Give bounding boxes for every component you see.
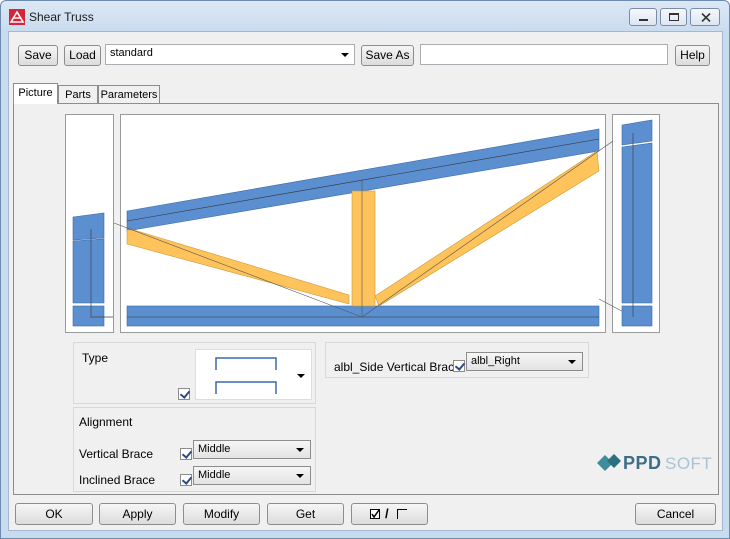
get-button[interactable]: Get [267, 503, 344, 525]
inclined-brace-checkbox[interactable] [180, 474, 192, 486]
dialog-window: Shear Truss Save Load standard Save As H… [0, 0, 730, 539]
checked-box-icon [370, 509, 380, 519]
type-group: Type [73, 342, 316, 404]
toggle-separator: / [385, 506, 389, 521]
unchecked-box-icon [397, 509, 407, 519]
vertical-brace-value: Middle [198, 443, 231, 455]
chevron-down-icon [568, 360, 576, 364]
side-vertical-label: albl_Side Vertical Brac [334, 360, 455, 374]
side-vertical-value: albl_Right [471, 355, 520, 367]
inclined-brace-value: Middle [198, 469, 231, 481]
right-vertical-foot [621, 305, 653, 327]
vertical-brace-label: Vertical Brace [79, 447, 154, 461]
left-inclined-brace [126, 229, 350, 305]
toggle-all-button[interactable]: / [351, 503, 428, 525]
left-vertical-upper [72, 212, 105, 241]
ppdsoft-logo-icon [597, 454, 621, 471]
logo-text-light: SOFT [665, 454, 713, 473]
chevron-down-icon [297, 374, 305, 378]
side-vertical-select[interactable]: albl_Right [466, 352, 583, 371]
left-vertical-lower [72, 238, 105, 304]
type-label: Type [82, 351, 109, 365]
type-picker[interactable] [195, 349, 312, 400]
ok-button[interactable]: OK [15, 503, 93, 525]
logo-text-bold: PPD [623, 453, 662, 473]
chevron-down-icon [296, 448, 304, 452]
inclined-brace-label: Inclined Brace [79, 473, 156, 487]
modify-button[interactable]: Modify [183, 503, 260, 525]
cancel-button[interactable]: Cancel [635, 503, 716, 525]
right-vertical-upper [621, 119, 653, 146]
apply-button[interactable]: Apply [99, 503, 176, 525]
vertical-brace [351, 190, 376, 307]
tab-picture[interactable]: Picture [13, 83, 58, 104]
side-vertical-group: albl_Side Vertical Brac albl_Right [325, 342, 589, 378]
side-vertical-checkbox[interactable] [453, 360, 465, 372]
left-vertical-foot [72, 305, 105, 327]
chevron-down-icon [296, 474, 304, 478]
alignment-label: Alignment [79, 415, 133, 429]
type-checkbox[interactable] [178, 388, 190, 400]
right-vertical-lower [621, 142, 653, 304]
vertical-brace-select[interactable]: Middle [193, 440, 311, 459]
inclined-brace-select[interactable]: Middle [193, 466, 311, 485]
alignment-group: Alignment Vertical Brace Middle Inclined… [73, 407, 316, 492]
type-option-preview [215, 357, 277, 394]
vertical-brace-checkbox[interactable] [180, 448, 192, 460]
